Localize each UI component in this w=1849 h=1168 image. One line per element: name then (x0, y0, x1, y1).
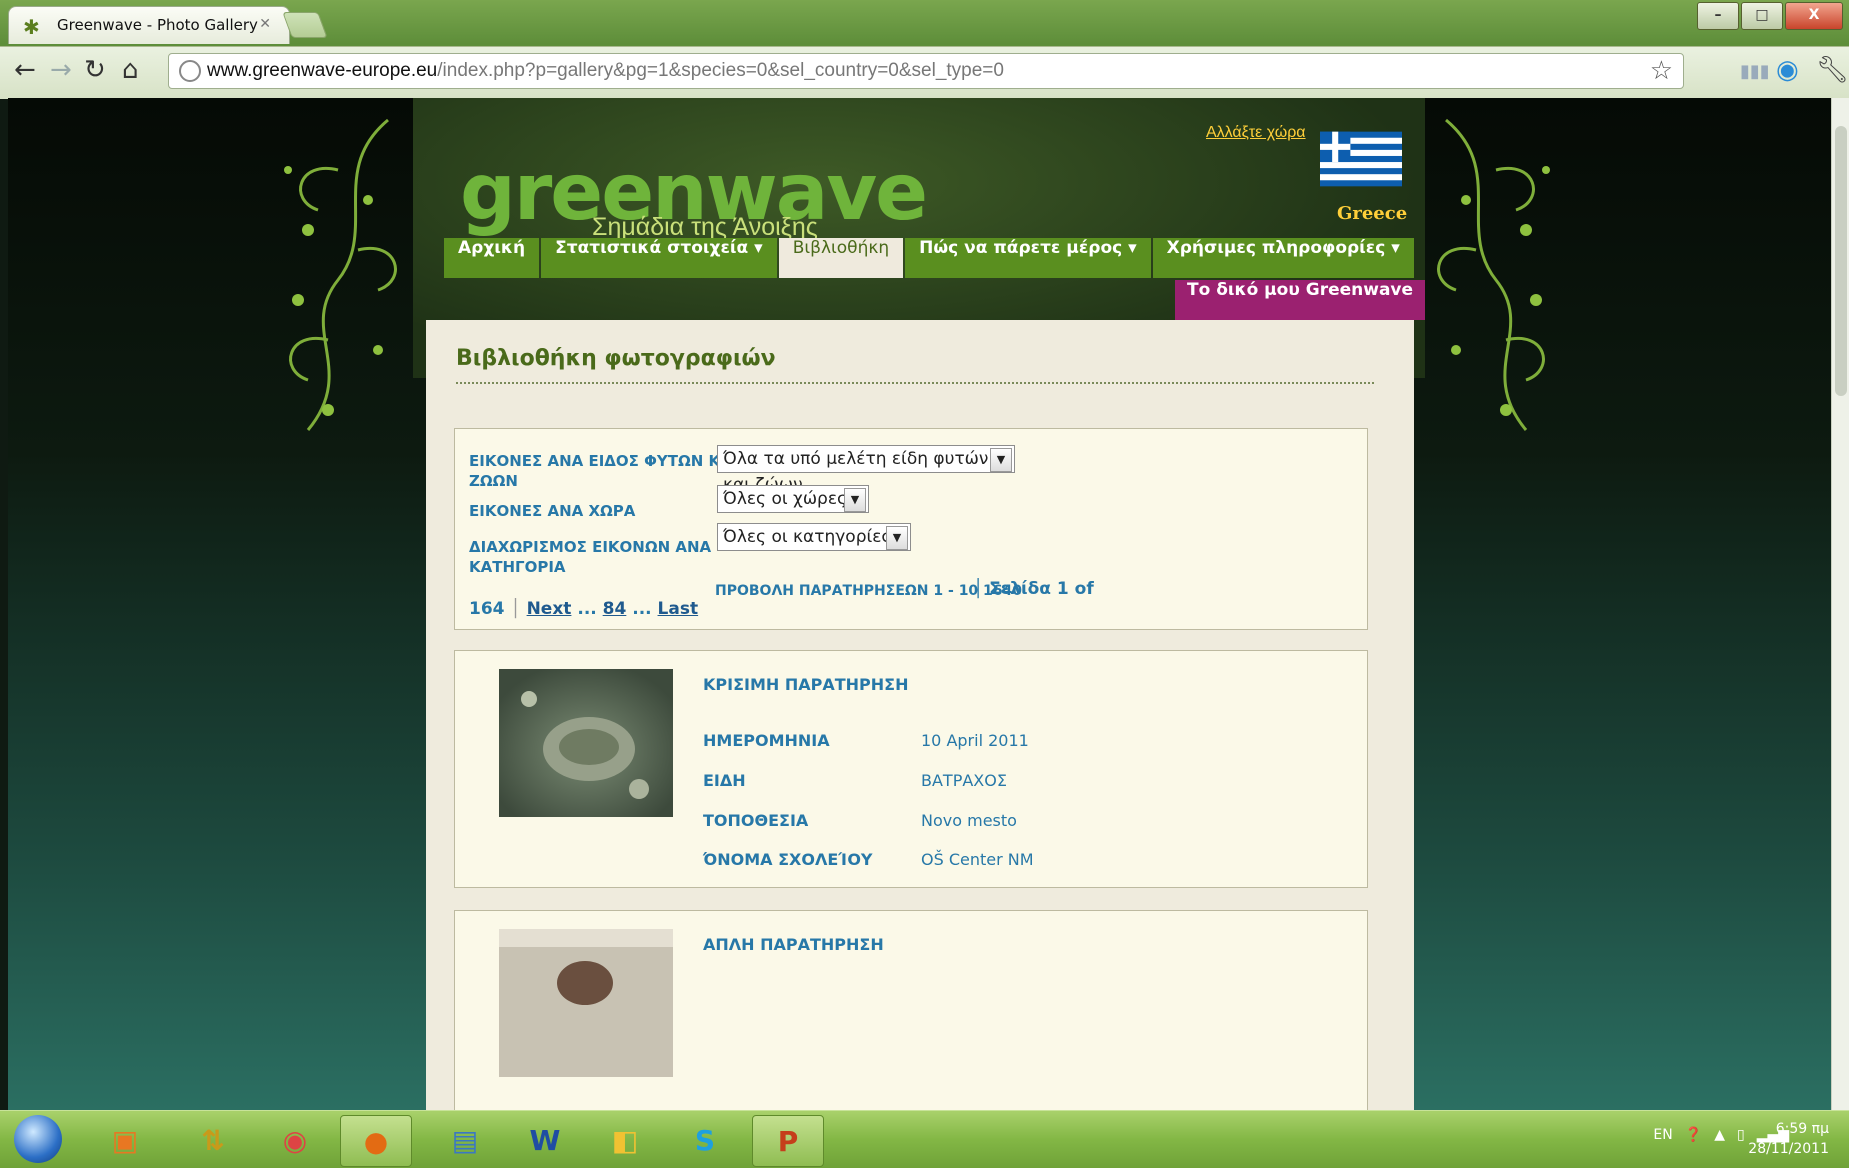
maximize-button[interactable]: □ (1741, 2, 1783, 30)
country-filter-label: ΕΙΚΟΝΕΣ ΑΝΑ ΧΩΡΑ (469, 502, 636, 520)
url-path: /index.php?p=gallery&pg=1&species=0&sel_… (437, 60, 1004, 81)
nav-statistics[interactable]: Στατιστικά στοιχεία ▾ (541, 238, 777, 278)
page-viewport: greenwave Σημάδια της Άνοιξης Αλλάξτε χώ… (8, 98, 1831, 1110)
page-info-icon[interactable] (179, 60, 201, 82)
back-icon[interactable]: ← (14, 55, 36, 85)
chevron-down-icon[interactable]: ▼ (844, 488, 866, 512)
nav-useful-info[interactable]: Χρήσιμες πληροφορίες ▾ (1152, 238, 1414, 278)
main-content: Βιβλιοθήκη φωτογραφιών ΕΙΚΟΝΕΣ ΑΝΑ ΕΙΔΟΣ… (426, 320, 1414, 1110)
clock-time: 6:59 πμ (1775, 1121, 1829, 1137)
tab-title: Greenwave - Photo Gallery (57, 16, 258, 34)
close-window-button[interactable]: X (1785, 2, 1843, 30)
browser-tab[interactable]: ✱ Greenwave - Photo Gallery ✕ (8, 6, 290, 44)
location-value: Novo mesto (921, 811, 1017, 830)
greece-flag-icon[interactable] (1320, 128, 1402, 190)
pagination-ellipsis: ... (626, 599, 658, 619)
category-filter-label: ΔΙΑΧΩΡΙΣΜΟΣ ΕΙΚΟΝΩΝ ΑΝΑ ΚΑΤΗΓΟΡΙΑ (469, 537, 711, 577)
skype-icon[interactable]: S (670, 1115, 740, 1165)
update-icon[interactable]: ⇅ (178, 1115, 248, 1165)
country-select[interactable]: Όλες οι χώρες ▼ (717, 485, 869, 513)
pagination-ellipsis: ... (571, 599, 603, 619)
windows-taskbar: ▣ ⇅ ◉ ● ▤ W ◧ S P EN ❓ ▲ ▯ ▂▄▆ 6:59 πμ 2… (0, 1110, 1849, 1168)
my-greenwave-button[interactable]: Το δικό μου Greenwave (1175, 280, 1426, 320)
chevron-down-icon[interactable]: ▼ (886, 526, 908, 550)
observation-type[interactable]: ΚΡΙΣΙΜΗ ΠΑΡΑΤΗΡΗΣΗ (703, 675, 908, 694)
species-value: ΒΑΤΡΑΧΟΣ (921, 771, 1007, 790)
frog-photo-thumbnail[interactable] (499, 669, 673, 817)
extension-icon[interactable]: ◉ (1776, 55, 1799, 85)
clock[interactable]: 6:59 πμ 28/11/2011 (1748, 1119, 1829, 1159)
filter-box: ΕΙΚΟΝΕΣ ΑΝΑ ΕΙΔΟΣ ΦΥΤΩΝ ΚΑΙ ΖΩΩΝ Όλα τα … (454, 428, 1368, 630)
browser-chrome: ✱ Greenwave - Photo Gallery ✕ – □ X ← → … (0, 0, 1849, 99)
chevron-down-icon[interactable]: ▼ (990, 448, 1012, 472)
main-nav: Αρχική Στατιστικά στοιχεία ▾ Βιβλιοθήκη … (444, 238, 1414, 278)
help-icon[interactable]: ❓ (1685, 1127, 1702, 1143)
forward-icon[interactable]: → (50, 55, 72, 85)
country-select-value: Όλες οι χώρες (723, 489, 848, 509)
observation-type[interactable]: ΑΠΛΗ ΠΑΡΑΤΗΡΗΣΗ (703, 935, 884, 954)
date-label: ΗΜΕΡΟΜΗΝΙΑ (703, 731, 830, 750)
date-value: 10 April 2011 (921, 731, 1029, 750)
leaf-favicon-icon: ✱ (23, 15, 40, 39)
nav-library[interactable]: Βιβλιοθήκη (778, 238, 904, 278)
home-icon[interactable]: ⌂ (122, 55, 139, 85)
country-name: Greece (1337, 203, 1408, 224)
species-select[interactable]: Όλα τα υπό μελέτη είδη φυτών και ζώων ▼ (717, 445, 1015, 495)
page-indicator: │ Σελίδα 1 of (973, 579, 1094, 599)
tray-arrow-icon[interactable]: ▲ (1714, 1127, 1725, 1143)
category-select-value: Όλες οι κατηγορίες (723, 527, 892, 547)
minimize-button[interactable]: – (1697, 2, 1739, 30)
total-pages: 164 (469, 599, 505, 619)
sticky-notes-icon[interactable]: ◧ (590, 1115, 660, 1165)
page-title: Βιβλιοθήκη φωτογραφιών (456, 346, 776, 371)
tab-close-icon[interactable]: ✕ (259, 16, 271, 32)
observation-card: ΑΠΛΗ ΠΑΡΑΤΗΡΗΣΗ (454, 910, 1368, 1110)
species-filter-label: ΕΙΚΟΝΕΣ ΑΝΑ ΕΙΔΟΣ ΦΥΤΩΝ ΚΑΙ ΖΩΩΝ (469, 451, 737, 491)
nav-home[interactable]: Αρχική (444, 238, 540, 278)
nav-participate[interactable]: Πώς να πάρετε μέρος ▾ (905, 238, 1151, 278)
page-84-link[interactable]: 84 (603, 599, 627, 619)
vertical-scrollbar[interactable] (1831, 98, 1849, 1110)
school-value: OŠ Center NM (921, 850, 1034, 869)
explorer-icon[interactable]: ▤ (430, 1115, 500, 1165)
left-vine-decoration-icon (284, 118, 397, 431)
school-label: ΌΝΟΜΑ ΣΧΟΛΕΊΟΥ (703, 850, 873, 869)
category-select[interactable]: Όλες οι κατηγορίες ▼ (717, 523, 911, 551)
bookmark-star-icon[interactable]: ☆ (1650, 56, 1673, 86)
wrench-icon[interactable]: 🔧︎ (1816, 55, 1849, 85)
chrome-icon[interactable]: ◉ (260, 1115, 330, 1165)
battery-icon[interactable]: ▯ (1737, 1127, 1745, 1143)
species-label: ΕΙΔΗ (703, 771, 746, 790)
location-label: ΤΟΠΟΘΕΣΙΑ (703, 811, 809, 830)
last-page-link[interactable]: Last (658, 599, 699, 619)
url-text: www.greenwave-europe.eu/index.php?p=gall… (207, 60, 1004, 82)
species-filter-label-line2: ΖΩΩΝ (469, 472, 518, 490)
url-domain: www.greenwave-europe.eu (207, 60, 438, 81)
window-controls: – □ X (1697, 2, 1843, 30)
reload-icon[interactable]: ↻ (84, 55, 106, 85)
category-filter-label-line2: ΚΑΤΗΓΟΡΙΑ (469, 558, 566, 576)
media-player-icon[interactable]: ▣ (90, 1115, 160, 1165)
right-vine-decoration-icon (1437, 118, 1550, 431)
word-icon[interactable]: W (510, 1115, 580, 1165)
category-filter-label-line1: ΔΙΑΧΩΡΙΣΜΟΣ ΕΙΚΟΝΩΝ ΑΝΑ (469, 538, 712, 556)
scrollbar-thumb[interactable] (1835, 126, 1847, 396)
browser-toolbar: ← → ↻ ⌂ www.greenwave-europe.eu/index.ph… (0, 46, 1849, 99)
next-page-link[interactable]: Next (527, 599, 572, 619)
bird-photo-thumbnail[interactable] (499, 929, 673, 1077)
firefox-icon[interactable]: ● (340, 1115, 412, 1167)
language-indicator[interactable]: EN (1653, 1127, 1672, 1143)
species-filter-label-line1: ΕΙΚΟΝΕΣ ΑΝΑ ΕΙΔΟΣ ΦΥΤΩΝ ΚΑΙ (469, 452, 738, 470)
start-button[interactable] (14, 1115, 62, 1163)
pagination-links: 164 │ Next ... 84 ... Last (469, 599, 699, 619)
change-country-link[interactable]: Αλλάξτε χώρα (1206, 124, 1306, 142)
clock-date: 28/11/2011 (1748, 1141, 1829, 1157)
title-divider (456, 382, 1374, 384)
observation-card: ΚΡΙΣΙΜΗ ΠΑΡΑΤΗΡΗΣΗ ΗΜΕΡΟΜΗΝΙΑ 10 April 2… (454, 650, 1368, 888)
address-bar[interactable]: www.greenwave-europe.eu/index.php?p=gall… (168, 53, 1684, 89)
powerpoint-icon[interactable]: P (752, 1115, 824, 1167)
signal-icon[interactable]: ▮▮▮ (1740, 61, 1770, 82)
